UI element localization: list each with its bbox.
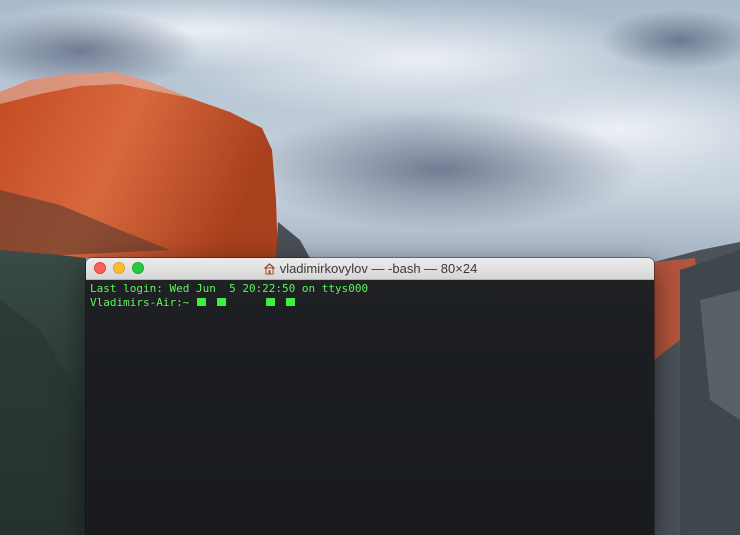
terminal-window[interactable]: vladimirkovylov — -bash — 80×24 Last log… — [86, 258, 654, 535]
terminal-prompt: Vladimirs-Air:~ — [90, 296, 190, 309]
terminal-prompt-line: Vladimirs-Air:~ — [90, 296, 650, 310]
home-icon — [263, 262, 276, 275]
window-titlebar[interactable]: vladimirkovylov — -bash — 80×24 — [86, 258, 654, 280]
terminal-line: Last login: Wed Jun 5 20:22:50 on ttys00… — [90, 282, 369, 295]
window-title-text: vladimirkovylov — -bash — 80×24 — [279, 261, 478, 276]
terminal-block — [266, 298, 276, 306]
terminal-block — [286, 298, 296, 306]
terminal-block — [217, 298, 227, 306]
window-title: vladimirkovylov — -bash — 80×24 — [86, 258, 654, 279]
terminal-block — [197, 298, 207, 306]
terminal-output[interactable]: Last login: Wed Jun 5 20:22:50 on ttys00… — [86, 280, 654, 535]
